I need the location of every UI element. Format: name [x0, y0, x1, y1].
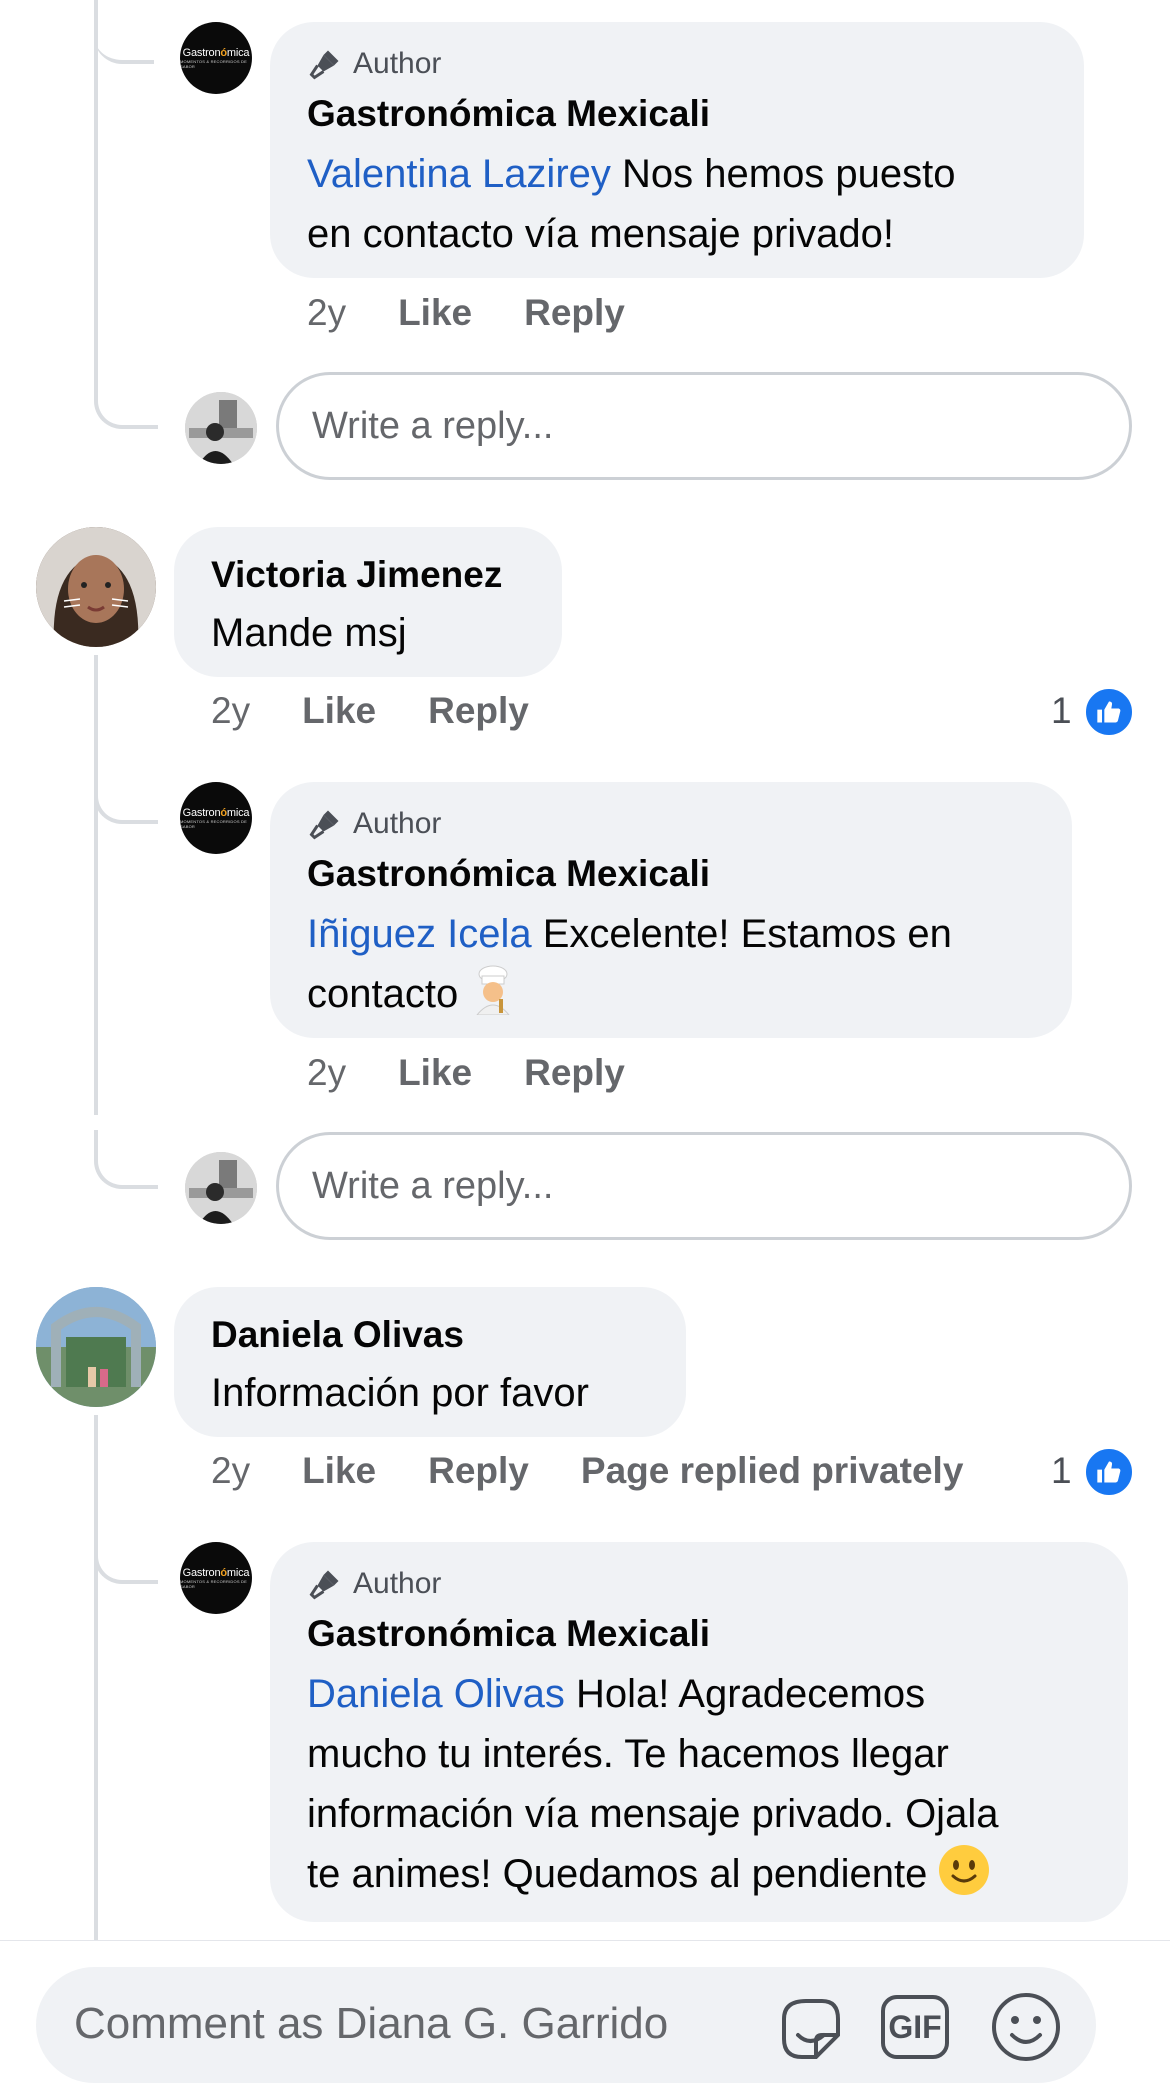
reaction-count[interactable]: 1: [1051, 1450, 1072, 1492]
author-badge: Author: [307, 806, 441, 842]
comment-text: Valentina Lazirey Nos hemos puesto en co…: [307, 152, 956, 256]
like-button[interactable]: Like: [398, 1052, 472, 1094]
emoji-icon[interactable]: [990, 1991, 1062, 2063]
user-avatar: [185, 392, 257, 464]
commenter-avatar[interactable]: [36, 527, 156, 647]
smile-emoji-icon: [938, 1845, 989, 1895]
thread-elbow: [94, 0, 154, 64]
thread-line-top: [94, 0, 98, 395]
user-photo-icon: [185, 392, 257, 464]
comment-text: Mande msj: [211, 611, 407, 655]
timestamp[interactable]: 2y: [211, 1450, 250, 1492]
author-badge: Author: [307, 1566, 441, 1602]
avatar-tagline: MOMENTOS & RECORRIDOS DE SABOR: [180, 59, 247, 69]
user-photo-icon: [36, 1287, 156, 1407]
thread-line: [94, 655, 98, 1115]
microphone-icon: [309, 1570, 339, 1600]
like-button[interactable]: Like: [302, 690, 376, 732]
like-button[interactable]: Like: [302, 1450, 376, 1492]
reply-button[interactable]: Reply: [428, 1450, 529, 1492]
comment-author-name[interactable]: Daniela Olivas: [211, 1314, 464, 1356]
microphone-icon: [309, 810, 339, 840]
reply-button[interactable]: Reply: [524, 1052, 625, 1094]
comment-input[interactable]: Comment as Diana G. Garrido GIF: [36, 1967, 1096, 2083]
reply-button[interactable]: Reply: [428, 690, 529, 732]
comment-author-name[interactable]: Victoria Jimenez: [211, 554, 502, 596]
commenter-avatar[interactable]: [36, 1287, 156, 1407]
comment-author-name[interactable]: Gastronómica Mexicali: [307, 1613, 710, 1655]
user-avatar: [185, 1152, 257, 1224]
user-photo-icon: [36, 527, 156, 647]
page-avatar[interactable]: Gastronómica MOMENTOS & RECORRIDOS DE SA…: [180, 1542, 252, 1614]
microphone-icon: [309, 50, 339, 80]
thread-elbow: [94, 370, 158, 429]
avatar-tagline: MOMENTOS & RECORRIDOS DE SABOR: [180, 819, 247, 829]
comment-text: Información por favor: [211, 1371, 589, 1415]
comment-text: Daniela Olivas Hola! Agradecemos mucho t…: [307, 1672, 999, 1896]
thread-elbow: [94, 1520, 158, 1584]
reaction-count[interactable]: 1: [1051, 690, 1072, 732]
comment-actions: 2y Like Reply: [307, 1052, 677, 1094]
mention-link[interactable]: Valentina Lazirey: [307, 152, 611, 196]
mention-link[interactable]: Iñiguez Icela: [307, 912, 532, 956]
like-reaction-icon[interactable]: [1083, 686, 1135, 738]
timestamp[interactable]: 2y: [307, 292, 346, 334]
reply-button[interactable]: Reply: [524, 292, 625, 334]
thread-elbow: [94, 760, 158, 824]
author-badge: Author: [307, 46, 441, 82]
gif-button[interactable]: GIF: [881, 1995, 949, 2059]
comment-author-name[interactable]: Gastronómica Mexicali: [307, 93, 710, 135]
timestamp[interactable]: 2y: [211, 690, 250, 732]
comment-author-name[interactable]: Gastronómica Mexicali: [307, 853, 710, 895]
avatar-tagline: MOMENTOS & RECORRIDOS DE SABOR: [180, 1579, 247, 1589]
thread-line: [94, 1415, 98, 1940]
thread-elbow: [94, 1130, 158, 1189]
comment-text: Iñiguez Icela Excelente! Estamos en cont…: [307, 912, 952, 1016]
sticker-icon[interactable]: [772, 1989, 848, 2065]
page-avatar[interactable]: Gastronómica MOMENTOS & RECORRIDOS DE SA…: [180, 782, 252, 854]
page-replied-privately-link[interactable]: Page replied privately: [581, 1450, 964, 1492]
like-button[interactable]: Like: [398, 292, 472, 334]
page-avatar[interactable]: Gastronómica MOMENTOS & RECORRIDOS DE SA…: [180, 22, 252, 94]
timestamp[interactable]: 2y: [307, 1052, 346, 1094]
like-reaction-icon[interactable]: [1083, 1446, 1135, 1498]
comment-actions: 2y Like Reply: [307, 292, 677, 334]
comment-actions: 2y Like Reply: [211, 690, 581, 732]
comment-actions: 2y Like Reply Page replied privately: [211, 1450, 963, 1492]
chef-emoji-icon: [469, 965, 517, 1016]
mention-link[interactable]: Daniela Olivas: [307, 1672, 565, 1716]
reply-input[interactable]: Write a reply...: [276, 1132, 1132, 1240]
comment-composer-bar: Comment as Diana G. Garrido GIF: [0, 1940, 1170, 2098]
user-photo-icon: [185, 1152, 257, 1224]
reply-input[interactable]: Write a reply...: [276, 372, 1132, 480]
